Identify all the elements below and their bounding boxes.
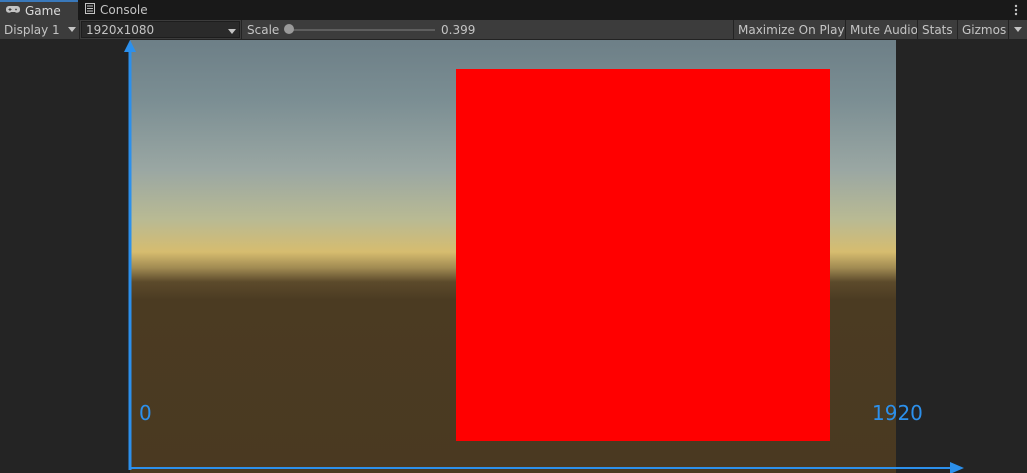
display-dropdown-label: Display 1	[4, 22, 60, 37]
mute-audio-label: Mute Audio	[850, 22, 918, 37]
red-square-sprite	[456, 69, 830, 441]
resolution-dropdown[interactable]: 1920x1080	[81, 21, 240, 38]
gamepad-icon	[6, 4, 20, 18]
console-icon	[85, 3, 95, 17]
scale-slider-track[interactable]	[290, 29, 435, 31]
tab-bar: Game Console	[0, 0, 1027, 20]
game-render-area[interactable]	[130, 40, 896, 473]
axis-start-label: 0	[139, 401, 152, 425]
stats-button[interactable]: Stats	[918, 20, 957, 39]
gizmos-dropdown[interactable]	[1009, 20, 1027, 39]
maximize-on-play-button[interactable]: Maximize On Play	[734, 20, 845, 39]
maximize-on-play-label: Maximize On Play	[738, 22, 845, 37]
resolution-dropdown-label: 1920x1080	[86, 22, 155, 37]
axis-end-label: 1920	[872, 401, 923, 425]
tab-game[interactable]: Game	[0, 0, 78, 20]
scale-value: 0.399	[437, 20, 482, 39]
divider	[241, 20, 242, 39]
tab-game-label: Game	[25, 4, 61, 18]
chevron-down-icon	[68, 27, 76, 32]
game-toolbar: Display 1 1920x1080 Scale 0.399 Maximize…	[0, 20, 1027, 40]
display-dropdown[interactable]: Display 1	[0, 20, 79, 39]
scale-value-text: 0.399	[441, 22, 476, 37]
tab-console-label: Console	[100, 3, 148, 17]
chevron-down-icon	[1014, 27, 1022, 32]
scale-slider-thumb[interactable]	[284, 24, 294, 34]
mute-audio-button[interactable]: Mute Audio	[846, 20, 918, 39]
scale-label: Scale	[243, 20, 283, 39]
divider	[79, 20, 80, 39]
stats-label: Stats	[922, 22, 953, 37]
tab-console[interactable]: Console	[79, 0, 169, 20]
gizmos-label: Gizmos	[962, 22, 1007, 37]
kebab-menu-icon[interactable]	[1009, 0, 1023, 20]
chevron-down-icon	[228, 29, 236, 34]
gizmos-button[interactable]: Gizmos	[958, 20, 1008, 39]
scale-label-text: Scale	[247, 22, 280, 37]
